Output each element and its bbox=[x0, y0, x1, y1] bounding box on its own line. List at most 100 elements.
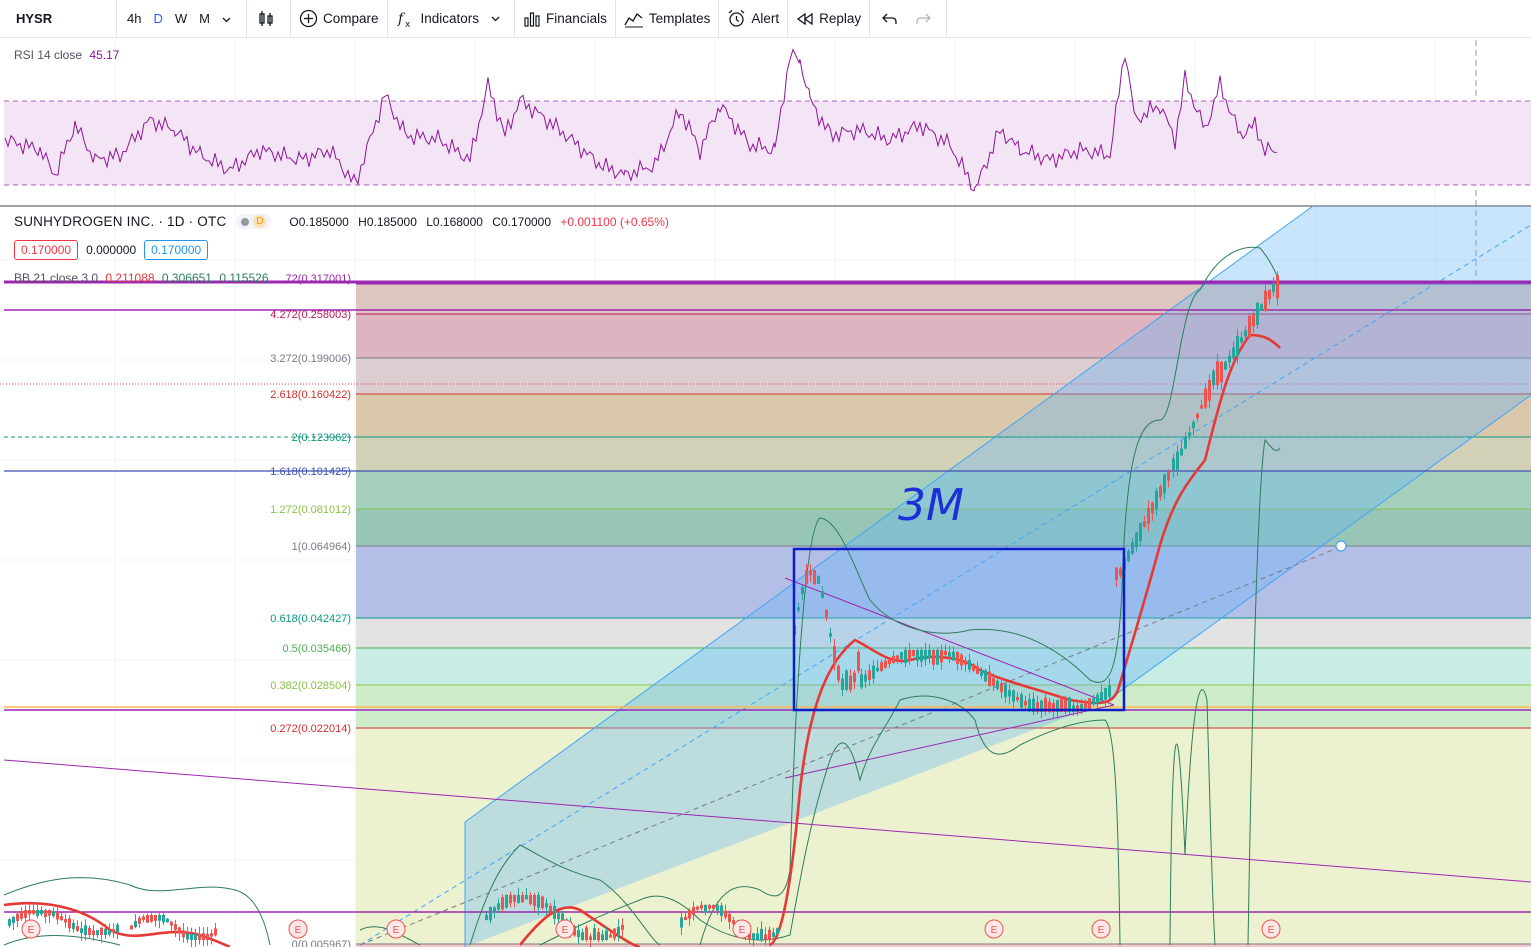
low-value: L0.168000 bbox=[426, 214, 483, 229]
candle-body bbox=[613, 928, 616, 939]
candle-body bbox=[940, 650, 943, 663]
candle-body bbox=[174, 924, 177, 930]
candle-body bbox=[1260, 304, 1263, 311]
chart-canvas[interactable]: E E E E E E E E 72(0.317001) 4.272(0.258003) 3.27… bbox=[0, 38, 1531, 947]
candle-body bbox=[52, 911, 55, 917]
interval-4h[interactable]: 4h bbox=[121, 11, 147, 26]
candle-body bbox=[44, 910, 47, 917]
candle-body bbox=[581, 932, 584, 940]
interval-m[interactable]: M bbox=[193, 11, 216, 26]
fib-label: 2(0.123962) bbox=[292, 432, 351, 444]
redo-button[interactable] bbox=[909, 0, 946, 38]
candle-body bbox=[996, 680, 999, 689]
bid-price[interactable]: 0.170000 bbox=[14, 240, 79, 260]
candle-body bbox=[932, 650, 935, 665]
interval-d[interactable]: D bbox=[147, 11, 168, 26]
fib-labels: 72(0.317001) 4.272(0.258003) 3.272(0.19900… bbox=[270, 273, 351, 947]
templates-button[interactable]: Templates bbox=[616, 0, 719, 38]
candle-body bbox=[776, 928, 779, 935]
indicators-button[interactable]: fx Indicators bbox=[388, 0, 515, 38]
candle-body bbox=[952, 651, 955, 661]
candle-body bbox=[884, 660, 887, 668]
candle-body bbox=[797, 607, 800, 611]
open-value: O0.185000 bbox=[289, 214, 349, 229]
candle-body bbox=[1184, 437, 1187, 449]
candle-body bbox=[825, 610, 828, 618]
replay-label: Replay bbox=[819, 11, 862, 26]
spread-value: 0.000000 bbox=[86, 243, 137, 257]
candle-body bbox=[529, 895, 532, 904]
candle-body bbox=[720, 905, 723, 916]
candle-body bbox=[1016, 696, 1019, 701]
candle-body bbox=[170, 921, 173, 926]
drag-handle bbox=[1335, 540, 1347, 552]
candle-body bbox=[684, 916, 687, 920]
candle-body bbox=[809, 570, 812, 576]
fib-label: 3.272(0.199006) bbox=[270, 353, 351, 365]
candle-body bbox=[888, 659, 891, 665]
fib-label: 1.272(0.081012) bbox=[270, 504, 351, 516]
change-value: +0.001100 (+0.65%) bbox=[560, 214, 669, 229]
candle-body bbox=[1196, 413, 1199, 419]
top-toolbar: HYSR 4h D W M Compare fx Indicators Fina… bbox=[0, 0, 1531, 38]
chevron-down-icon[interactable] bbox=[216, 11, 242, 26]
ask-price[interactable]: 0.170000 bbox=[144, 240, 209, 260]
alert-button[interactable]: Alert bbox=[719, 0, 787, 38]
fib-label: 1.618(0.101425) bbox=[270, 466, 351, 478]
candle-body bbox=[976, 666, 979, 675]
candle-body bbox=[956, 652, 959, 664]
candle-body bbox=[162, 915, 165, 923]
candle-body bbox=[104, 928, 107, 935]
candle-body bbox=[190, 934, 193, 940]
candle-body bbox=[1220, 361, 1223, 383]
candle-body bbox=[593, 928, 596, 940]
annotation-3m: 3M bbox=[898, 480, 964, 531]
candle-body bbox=[1244, 330, 1247, 337]
candle-body bbox=[1155, 490, 1158, 510]
candle-body bbox=[1024, 700, 1027, 706]
rsi-pane bbox=[0, 48, 1531, 207]
fib-label: 72(0.317001) bbox=[286, 273, 351, 285]
candle-body bbox=[968, 659, 971, 670]
compare-button[interactable]: Compare bbox=[291, 0, 387, 38]
source-pill[interactable]: D bbox=[236, 214, 272, 229]
candle-body bbox=[1248, 315, 1251, 338]
candle-body bbox=[712, 905, 715, 909]
earnings-label: E bbox=[1268, 925, 1275, 936]
candle-body bbox=[1104, 688, 1107, 700]
rsi-value: 45.17 bbox=[89, 48, 120, 62]
candle-body bbox=[166, 918, 169, 923]
candle-body bbox=[497, 903, 500, 910]
candle-body bbox=[752, 933, 755, 940]
candle-body bbox=[764, 934, 767, 940]
interval-w[interactable]: W bbox=[169, 11, 193, 26]
candle-body bbox=[76, 926, 79, 931]
candle-body bbox=[32, 910, 35, 914]
candle-body bbox=[1232, 347, 1235, 358]
chart-type-button[interactable] bbox=[247, 0, 290, 38]
toolbar-divider bbox=[946, 0, 948, 38]
financials-button[interactable]: Financials bbox=[515, 0, 615, 38]
candle-body bbox=[1264, 290, 1267, 311]
candle-body bbox=[1224, 361, 1227, 370]
undo-button[interactable] bbox=[870, 0, 909, 38]
candle-body bbox=[1268, 289, 1271, 300]
candle-body bbox=[944, 650, 947, 656]
candle-body bbox=[1127, 550, 1130, 562]
candle-body bbox=[1151, 502, 1154, 514]
candle-body bbox=[1115, 567, 1118, 580]
bb-basis-value: 0.211088 bbox=[105, 271, 155, 285]
chevron-down-icon[interactable] bbox=[479, 16, 501, 22]
candle-body bbox=[1208, 380, 1211, 401]
earnings-label: E bbox=[1098, 925, 1105, 936]
symbol-search[interactable]: HYSR bbox=[0, 0, 116, 38]
candle-body bbox=[605, 930, 608, 940]
candle-body bbox=[1236, 336, 1239, 357]
ohlc-values: O0.185000 H0.185000 L0.168000 C0.170000 … bbox=[289, 215, 674, 229]
candle-body bbox=[186, 933, 189, 940]
candle-body bbox=[48, 910, 51, 916]
replay-button[interactable]: Replay bbox=[788, 0, 869, 38]
candle-body bbox=[214, 928, 217, 936]
candle-body bbox=[880, 662, 883, 672]
candle-body bbox=[1108, 685, 1111, 697]
